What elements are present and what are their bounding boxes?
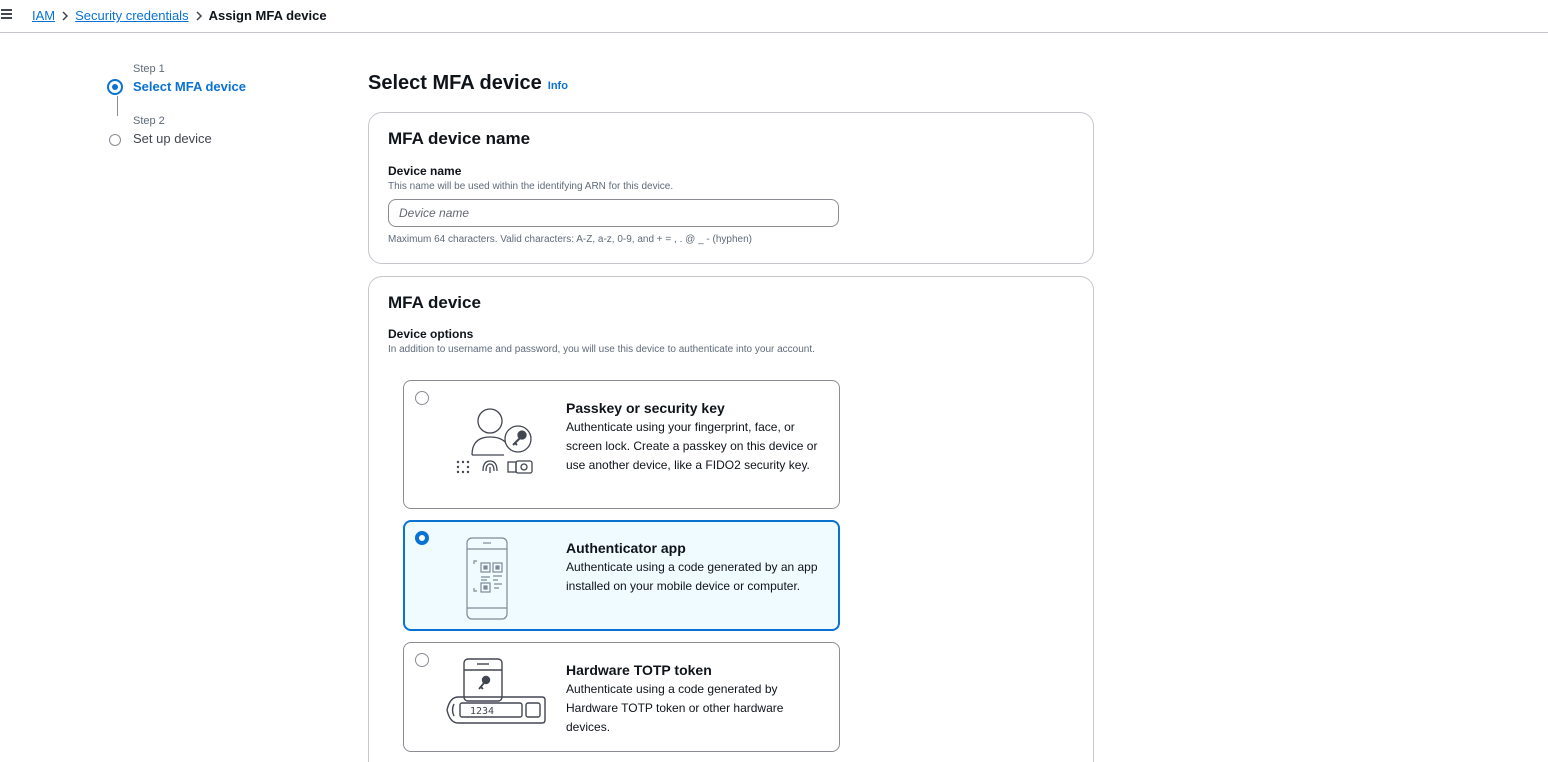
hardware-token-icon: 1234 <box>446 653 556 743</box>
field-label: Device options <box>388 327 474 341</box>
option-text: Authenticator app Authenticate using a c… <box>566 539 828 596</box>
top-bar: IAM Security credentials Assign MFA devi… <box>0 0 1548 33</box>
step-inactive-icon <box>109 134 121 146</box>
option-passkey[interactable]: Passkey or security key Authenticate usi… <box>403 380 840 509</box>
step-caption: Step 2 <box>133 115 165 127</box>
option-text: Passkey or security key Authenticate usi… <box>566 399 828 475</box>
breadcrumb: IAM Security credentials Assign MFA devi… <box>32 8 327 23</box>
option-title: Hardware TOTP token <box>566 662 712 678</box>
field-description: This name will be used within the identi… <box>388 181 674 192</box>
option-description: Authenticate using your fingerprint, fac… <box>566 420 818 472</box>
field-label: Device name <box>388 164 462 178</box>
option-hardware-totp[interactable]: 1234 Hardware TOTP token Authenticate us… <box>403 642 840 752</box>
step-connector <box>117 96 118 116</box>
step-active-icon <box>107 79 123 95</box>
option-text: Hardware TOTP token Authenticate using a… <box>566 661 828 737</box>
mfa-device-panel: MFA device Device options In addition to… <box>368 276 1094 762</box>
radio-button-checked[interactable] <box>415 531 429 545</box>
device-name-panel: MFA device name Device name This name wi… <box>368 112 1094 264</box>
step-caption: Step 1 <box>133 63 165 75</box>
chevron-right-icon <box>55 10 75 21</box>
field-description: In addition to username and password, yo… <box>388 344 815 355</box>
page-header: Select MFA device Info <box>368 72 568 95</box>
option-description: Authenticate using a code generated by a… <box>566 560 818 593</box>
radio-button[interactable] <box>415 653 429 667</box>
info-link[interactable]: Info <box>548 80 568 92</box>
step-1[interactable]: Step 1 Select MFA device <box>107 62 327 116</box>
breadcrumb-current: Assign MFA device <box>208 8 327 23</box>
option-title: Passkey or security key <box>566 400 725 416</box>
passkey-icon <box>446 393 556 483</box>
field-constraint: Maximum 64 characters. Valid characters:… <box>388 234 752 245</box>
chevron-right-icon <box>189 10 209 21</box>
step-title: Set up device <box>133 131 212 146</box>
step-title: Select MFA device <box>133 79 246 94</box>
option-title: Authenticator app <box>566 540 686 556</box>
option-description: Authenticate using a code generated by H… <box>566 682 784 734</box>
option-authenticator-app[interactable]: Authenticator app Authenticate using a c… <box>403 520 840 631</box>
breadcrumb-iam[interactable]: IAM <box>32 8 55 23</box>
menu-icon[interactable] <box>0 7 14 21</box>
breadcrumb-security-credentials[interactable]: Security credentials <box>75 8 188 23</box>
authenticator-app-icon <box>446 533 556 623</box>
panel-title: MFA device name <box>388 129 531 148</box>
page-title: Select MFA device <box>368 72 542 94</box>
wizard-steps: Step 1 Select MFA device Step 2 Set up d… <box>107 62 327 166</box>
panel-title: MFA device <box>388 293 481 312</box>
step-2: Step 2 Set up device <box>107 114 327 166</box>
token-display-text: 1234 <box>470 706 494 717</box>
device-name-input[interactable] <box>388 199 839 227</box>
radio-button[interactable] <box>415 391 429 405</box>
